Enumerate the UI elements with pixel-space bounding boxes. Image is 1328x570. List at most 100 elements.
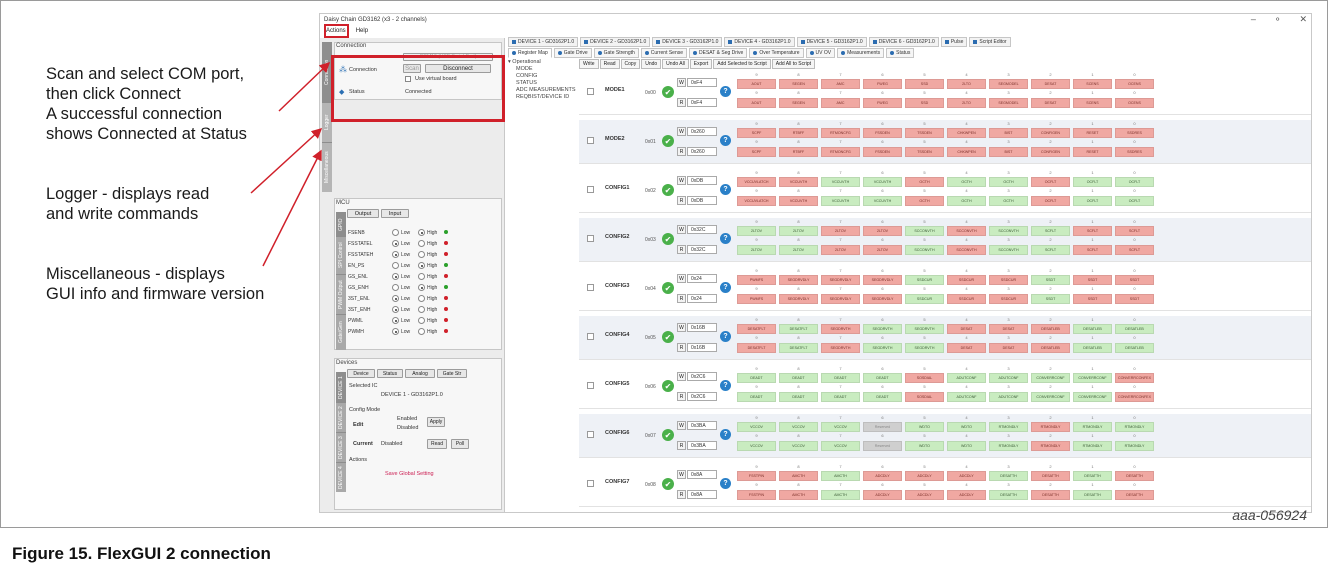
bit-cell-write[interactable]: BIST [989, 128, 1028, 138]
minimize-icon[interactable]: – [1251, 14, 1256, 25]
bit-cell-write[interactable]: SSDT [1115, 275, 1154, 285]
bit-cell-write[interactable]: RTMONDLY [989, 422, 1028, 432]
bit-cell-write[interactable]: DESATTH [1115, 471, 1154, 481]
toolbar-button[interactable]: Add All to Script [771, 59, 816, 69]
bit-cell-write[interactable]: SCCONVTH [947, 226, 986, 236]
low-radio[interactable] [392, 317, 399, 324]
menu-help[interactable]: Help [356, 28, 368, 34]
bit-cell-write[interactable]: CONVERRCONF [1073, 373, 1112, 383]
bit-cell-write[interactable]: OCTH [947, 177, 986, 187]
bit-cell-write[interactable]: TSSDEN [905, 128, 944, 138]
bit-cell-write[interactable]: SCCONVTH [905, 226, 944, 236]
sub-tab[interactable]: DESAT & Seg Drive [689, 47, 748, 58]
help-icon[interactable]: ? [720, 331, 731, 342]
help-icon[interactable]: ? [720, 282, 731, 293]
tree-item[interactable]: STATUS [516, 80, 537, 86]
bit-cell-write[interactable]: DESATTH [1073, 471, 1112, 481]
bit-cell-write[interactable]: SSD [905, 79, 944, 89]
high-radio[interactable] [418, 328, 425, 335]
high-radio[interactable] [418, 229, 425, 236]
bit-cell-write[interactable]: SSDCUR [905, 275, 944, 285]
bit-cell-write[interactable]: SEGDRVDLY [863, 275, 902, 285]
bit-cell-write[interactable]: DEADT [863, 373, 902, 383]
register-checkbox[interactable] [587, 284, 594, 291]
toolbar-button[interactable]: Undo [641, 59, 662, 69]
bit-cell-write[interactable]: CONFIGEN [1031, 128, 1070, 138]
register-checkbox[interactable] [587, 382, 594, 389]
help-icon[interactable]: ? [720, 86, 731, 97]
sub-tab[interactable]: Gate Drive [553, 47, 592, 58]
low-radio[interactable] [392, 229, 399, 236]
bit-cell-write[interactable]: VCCUVLATCH [737, 177, 776, 187]
high-radio[interactable] [418, 284, 425, 291]
sub-tab[interactable]: UV OV [805, 47, 836, 58]
device-tab[interactable]: DEVICE 4 - GD3162P1.0 [724, 36, 795, 47]
tree-item[interactable]: ▾ Operational [508, 59, 541, 65]
device-tab[interactable]: DEVICE 3 - GD3162P1.0 [652, 36, 723, 47]
device-tab[interactable]: DEVICE 5 - GD3162P1.0 [796, 36, 867, 47]
bit-cell-write[interactable]: DEADT [821, 373, 860, 383]
bit-cell-write[interactable]: SCCONVTH [989, 226, 1028, 236]
vtab-device-3[interactable]: DEVICE 3 [336, 432, 346, 462]
bit-cell-write[interactable]: ADCDLY [947, 471, 986, 481]
bit-cell-write[interactable]: SSDRES [1115, 128, 1154, 138]
bit-cell-write[interactable]: VCCOV [821, 422, 860, 432]
bit-cell-write[interactable]: AMCTH [821, 471, 860, 481]
close-icon[interactable]: ✕ [1299, 14, 1307, 25]
sub-tab[interactable]: Status [886, 47, 915, 58]
poll-button[interactable]: Poll [451, 439, 469, 449]
write-value-field[interactable]: 0x24 [687, 274, 717, 283]
bit-cell-write[interactable]: FSSTPIN [737, 471, 776, 481]
toolbar-button[interactable]: Read [599, 59, 620, 69]
tab-gate-str[interactable]: Gate Str [437, 369, 467, 378]
register-checkbox[interactable] [587, 88, 594, 95]
bit-cell-write[interactable]: SOSDIAL [905, 373, 944, 383]
bit-cell-write[interactable]: Reserved [863, 422, 902, 432]
apply-button[interactable]: Apply [427, 417, 445, 427]
bit-cell-write[interactable]: ADCDLY [905, 471, 944, 481]
low-radio[interactable] [392, 240, 399, 247]
bit-cell-write[interactable]: SEGDRVTH [905, 324, 944, 334]
bit-cell-write[interactable]: OCENS [1115, 79, 1154, 89]
sub-tab[interactable]: Measurements [837, 47, 885, 58]
bit-cell-write[interactable]: AOUT [737, 79, 776, 89]
register-checkbox[interactable] [587, 480, 594, 487]
device-tab[interactable]: Script Editor [969, 36, 1011, 47]
low-radio[interactable] [392, 328, 399, 335]
bit-cell-write[interactable]: 2LTOV [863, 226, 902, 236]
low-radio[interactable] [392, 295, 399, 302]
bit-cell-write[interactable]: SSDCUR [947, 275, 986, 285]
bit-cell-write[interactable]: SCENS [1073, 79, 1112, 89]
write-value-field[interactable]: 0x16B [687, 323, 717, 332]
sub-tab[interactable]: Current Sense [640, 47, 688, 58]
tree-item[interactable]: MODE [516, 66, 533, 72]
bit-cell-write[interactable]: SCFLT [1031, 226, 1070, 236]
bit-cell-write[interactable]: DESATFLT [737, 324, 776, 334]
tree-item[interactable]: REQBIST/DEVICE ID [516, 94, 569, 100]
read-button[interactable]: Read [427, 439, 447, 449]
sub-tab[interactable]: Gate Strength [593, 47, 639, 58]
bit-cell-write[interactable]: DESATLEB [1031, 324, 1070, 334]
bit-cell-write[interactable]: FWEG [863, 79, 902, 89]
vtab-spi-control[interactable]: SPI Control [336, 236, 346, 274]
sub-tab[interactable]: Register Map [508, 47, 552, 58]
toolbar-button[interactable]: Undo All [662, 59, 689, 69]
bit-cell-write[interactable]: 2LTO [947, 79, 986, 89]
save-global-setting[interactable]: Save Global Setting [385, 471, 434, 477]
bit-cell-write[interactable]: WDTO [947, 422, 986, 432]
bit-cell-write[interactable]: DESATLEB [1115, 324, 1154, 334]
toolbar-button[interactable]: Export [689, 59, 713, 69]
bit-cell-write[interactable]: SEGDRVDLY [821, 275, 860, 285]
register-checkbox[interactable] [587, 235, 594, 242]
toolbar-button[interactable]: Add Selected to Script [713, 59, 771, 69]
bit-cell-write[interactable]: VCCUVTH [779, 177, 818, 187]
bit-cell-write[interactable]: SEGDRVDLY [779, 275, 818, 285]
bit-cell-write[interactable]: SSDCUR [989, 275, 1028, 285]
vtab-gate-gen[interactable]: Gate/Gen [336, 314, 346, 350]
bit-cell-write[interactable]: DESATTH [989, 471, 1028, 481]
vtab-device-4[interactable]: DEVICE 4 [336, 462, 346, 492]
bit-cell-write[interactable]: VCCOV [779, 422, 818, 432]
bit-cell-write[interactable]: AMCTH [779, 471, 818, 481]
tab-status[interactable]: Status [377, 369, 403, 378]
tab-input[interactable]: Input [381, 209, 409, 218]
